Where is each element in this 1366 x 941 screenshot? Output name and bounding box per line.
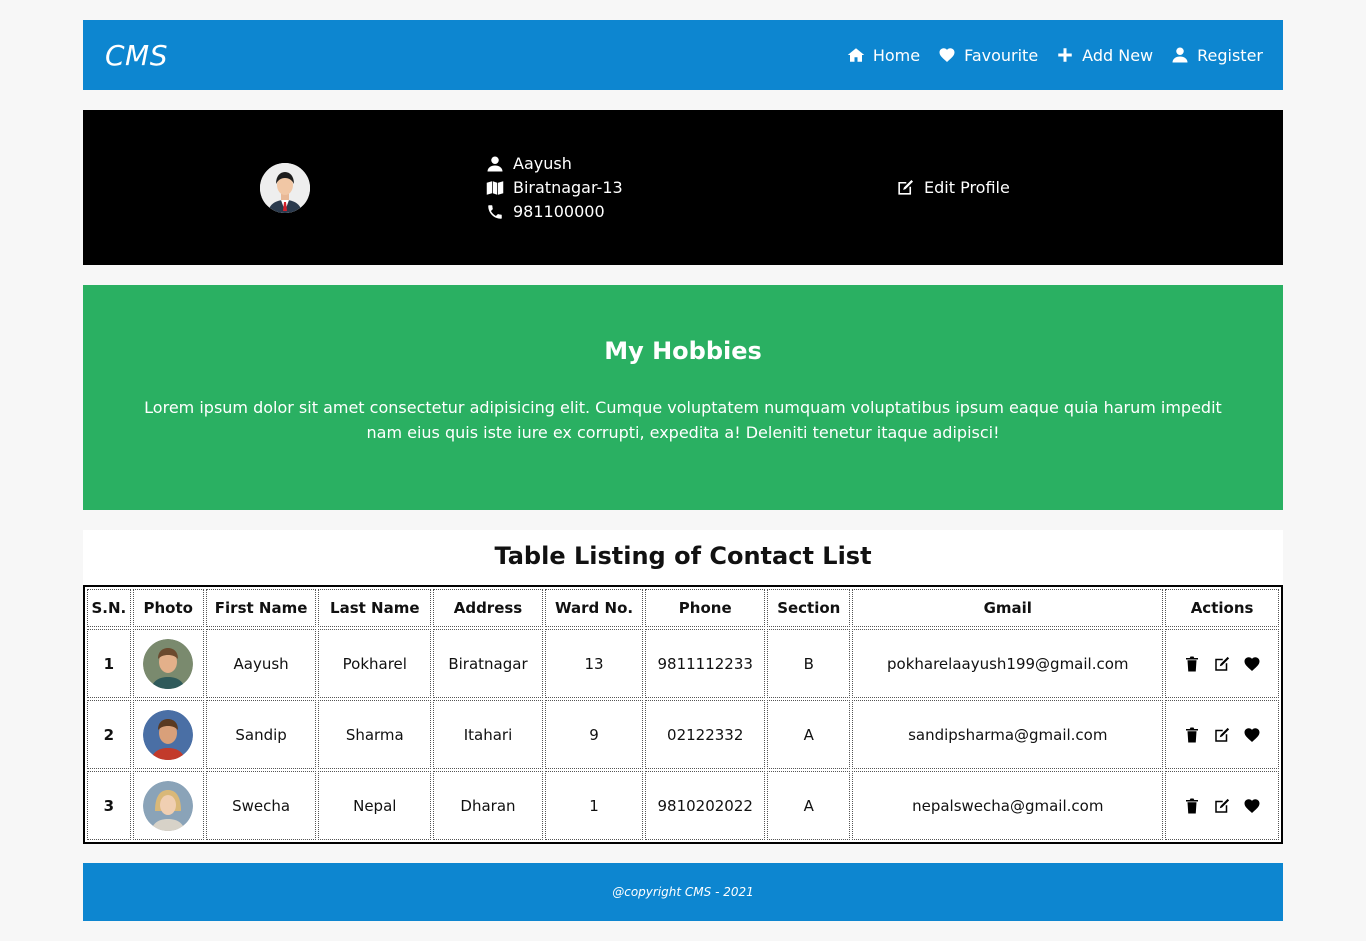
cell-section: B <box>767 629 851 698</box>
header-phone: Phone <box>645 589 766 627</box>
avatar <box>259 162 310 213</box>
header-ward: Ward No. <box>544 589 644 627</box>
cell-phone: 9811112233 <box>645 629 766 698</box>
header-section: Section <box>767 589 851 627</box>
cell-photo <box>132 700 204 769</box>
header-address: Address <box>433 589 543 627</box>
table-row: 2 Sandip Sharma Itahari 9 02122332 A san… <box>87 700 1279 769</box>
brand-logo[interactable]: CMS <box>105 39 168 72</box>
heart-icon[interactable] <box>1243 726 1261 744</box>
profile-name: Aayush <box>513 154 572 173</box>
profile-address-row: Biratnagar-13 <box>486 178 896 197</box>
cell-section: A <box>767 700 851 769</box>
profile-avatar-wrap <box>83 162 486 213</box>
user-icon <box>487 156 503 171</box>
footer-copyright: @copyright CMS - 2021 <box>612 885 754 899</box>
row-actions <box>1166 797 1278 815</box>
cell-photo <box>132 771 204 840</box>
heart-icon <box>939 48 955 63</box>
edit-icon <box>898 179 914 195</box>
cell-gmail: pokharelaayush199@gmail.com <box>852 629 1164 698</box>
edit-icon[interactable] <box>1213 797 1231 815</box>
cell-phone: 02122332 <box>645 700 766 769</box>
row-actions <box>1166 726 1278 744</box>
cell-ward: 13 <box>544 629 644 698</box>
hobbies-section: My Hobbies Lorem ipsum dolor sit amet co… <box>83 285 1283 510</box>
navbar: CMS Home Favourite Add New Register <box>83 20 1283 90</box>
profile-address: Biratnagar-13 <box>513 178 623 197</box>
profile-bar: Aayush Biratnagar-13 981100000 Edit Prof… <box>83 110 1283 265</box>
nav-register-label: Register <box>1197 45 1263 65</box>
cell-actions <box>1165 700 1279 769</box>
cell-first-name: Swecha <box>205 771 317 840</box>
cell-last-name: Sharma <box>318 700 432 769</box>
profile-phone-row: 981100000 <box>486 202 896 221</box>
plus-icon <box>1058 48 1072 62</box>
map-icon <box>486 180 504 195</box>
footer: @copyright CMS - 2021 <box>83 863 1283 921</box>
hobbies-text: Lorem ipsum dolor sit amet consectetur a… <box>144 398 1222 442</box>
cell-ward: 1 <box>544 771 644 840</box>
phone-icon <box>488 204 502 219</box>
edit-profile-label: Edit Profile <box>924 178 1010 197</box>
header-last-name: Last Name <box>318 589 432 627</box>
profile-phone: 981100000 <box>513 202 605 221</box>
contact-photo <box>143 638 194 689</box>
header-first-name: First Name <box>205 589 317 627</box>
nav-links: Home Favourite Add New Register <box>847 46 1263 65</box>
cell-gmail: sandipsharma@gmail.com <box>852 700 1164 769</box>
profile-name-row: Aayush <box>486 154 896 173</box>
cell-actions <box>1165 771 1279 840</box>
home-icon <box>847 48 865 62</box>
cell-first-name: Sandip <box>205 700 317 769</box>
trash-icon[interactable] <box>1183 726 1201 744</box>
user-avatar-icon <box>259 162 310 213</box>
cell-address: Itahari <box>433 700 543 769</box>
contact-photo <box>143 709 194 760</box>
cell-photo <box>132 629 204 698</box>
cell-gmail: nepalswecha@gmail.com <box>852 771 1164 840</box>
heart-icon[interactable] <box>1243 655 1261 673</box>
cell-last-name: Nepal <box>318 771 432 840</box>
header-actions: Actions <box>1165 589 1279 627</box>
nav-favourite-label: Favourite <box>964 45 1039 65</box>
trash-icon[interactable] <box>1183 655 1201 673</box>
cell-sn: 3 <box>87 771 131 840</box>
nav-home[interactable]: Home <box>847 46 920 65</box>
cell-last-name: Pokharel <box>318 629 432 698</box>
cell-first-name: Aayush <box>205 629 317 698</box>
cell-address: Dharan <box>433 771 543 840</box>
contact-photo <box>143 780 194 831</box>
profile-info: Aayush Biratnagar-13 981100000 <box>486 154 896 221</box>
table-row: 3 Swecha Nepal Dharan 1 9810202022 A nep… <box>87 771 1279 840</box>
nav-favourite[interactable]: Favourite <box>938 46 1038 65</box>
cell-ward: 9 <box>544 700 644 769</box>
cell-sn: 1 <box>87 629 131 698</box>
row-actions <box>1166 655 1278 673</box>
contact-table-section: Table Listing of Contact List S.N. Photo… <box>83 530 1283 844</box>
cell-address: Biratnagar <box>433 629 543 698</box>
nav-add-new[interactable]: Add New <box>1056 46 1153 65</box>
heart-icon[interactable] <box>1243 797 1261 815</box>
header-sn: S.N. <box>87 589 131 627</box>
user-icon <box>1172 47 1188 63</box>
cell-sn: 2 <box>87 700 131 769</box>
cell-phone: 9810202022 <box>645 771 766 840</box>
contact-table: S.N. Photo First Name Last Name Address … <box>83 585 1283 844</box>
trash-icon[interactable] <box>1183 797 1201 815</box>
nav-register[interactable]: Register <box>1171 46 1263 65</box>
edit-profile-button[interactable]: Edit Profile <box>896 178 1283 197</box>
header-gmail: Gmail <box>852 589 1164 627</box>
edit-icon[interactable] <box>1213 726 1231 744</box>
table-header-row: S.N. Photo First Name Last Name Address … <box>87 589 1279 627</box>
hobbies-title: My Hobbies <box>604 337 762 365</box>
header-photo: Photo <box>132 589 204 627</box>
edit-icon[interactable] <box>1213 655 1231 673</box>
table-title: Table Listing of Contact List <box>494 542 872 570</box>
nav-add-new-label: Add New <box>1082 45 1154 65</box>
cell-section: A <box>767 771 851 840</box>
cell-actions <box>1165 629 1279 698</box>
table-row: 1 Aayush Pokharel Biratnagar 13 98111122… <box>87 629 1279 698</box>
nav-home-label: Home <box>872 45 921 65</box>
